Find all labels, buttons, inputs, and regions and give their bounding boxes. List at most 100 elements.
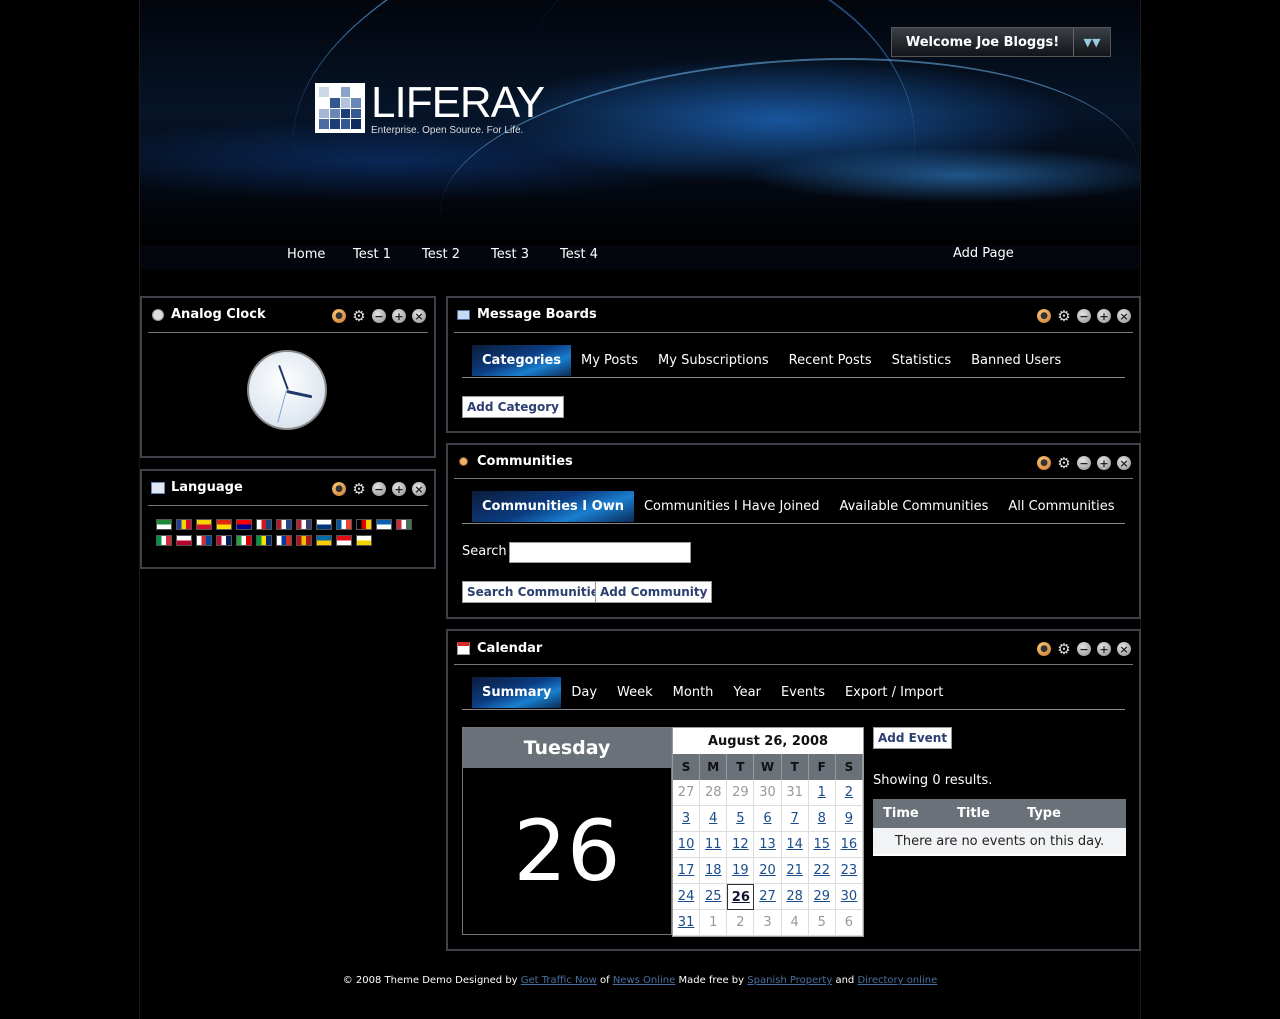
maximize-icon[interactable]: + bbox=[392, 482, 406, 496]
czech-flag[interactable] bbox=[256, 519, 272, 530]
norway-flag[interactable] bbox=[216, 535, 232, 546]
calendar-day[interactable]: 18 bbox=[700, 858, 728, 884]
calendar-day[interactable]: 8 bbox=[808, 806, 836, 832]
calendar-day[interactable]: 31 bbox=[673, 910, 701, 936]
welcome-text[interactable]: Welcome Joe Bloggs! bbox=[892, 35, 1073, 50]
nav-item-test-2[interactable]: Test 2 bbox=[422, 247, 460, 262]
liferay-logo[interactable]: LIFERAY Enterprise. Open Source. For Lif… bbox=[315, 81, 545, 136]
nav-item-test-4[interactable]: Test 4 bbox=[560, 247, 598, 262]
tab-year[interactable]: Year bbox=[723, 677, 771, 708]
add-community-button[interactable]: Add Community bbox=[595, 581, 713, 603]
iran-flag[interactable] bbox=[236, 535, 252, 546]
calendar-day[interactable]: 26 bbox=[727, 884, 755, 910]
calendar-day[interactable]: 2 bbox=[835, 780, 863, 806]
vietnam-flag[interactable] bbox=[356, 535, 372, 546]
tab-statistics[interactable]: Statistics bbox=[882, 345, 961, 376]
minimize-icon[interactable]: − bbox=[372, 482, 386, 496]
maximize-icon[interactable]: + bbox=[392, 309, 406, 323]
calendar-day[interactable]: 13 bbox=[754, 832, 782, 858]
footer-link-get-traffic-now[interactable]: Get Traffic Now bbox=[521, 975, 597, 986]
calendar-day[interactable]: 28 bbox=[781, 884, 809, 910]
look-and-feel-icon[interactable]: ● bbox=[1037, 309, 1051, 323]
look-and-feel-icon[interactable]: ● bbox=[1037, 642, 1051, 656]
tab-banned-users[interactable]: Banned Users bbox=[961, 345, 1071, 376]
catalan-andorra-flag[interactable] bbox=[176, 519, 192, 530]
calendar-day[interactable]: 14 bbox=[781, 832, 809, 858]
look-and-feel-icon[interactable]: ● bbox=[332, 309, 346, 323]
japan-flag[interactable] bbox=[176, 535, 192, 546]
turkey-flag[interactable] bbox=[336, 535, 352, 546]
italy-flag[interactable] bbox=[156, 535, 172, 546]
finland-flag[interactable] bbox=[316, 519, 332, 530]
tab-communities-i-have-joined[interactable]: Communities I Have Joined bbox=[634, 491, 829, 522]
configuration-icon[interactable]: ⚙ bbox=[1057, 308, 1071, 323]
usa-flag[interactable] bbox=[296, 519, 312, 530]
calendar-day[interactable]: 9 bbox=[835, 806, 863, 832]
tab-events[interactable]: Events bbox=[771, 677, 835, 708]
tab-summary[interactable]: Summary bbox=[472, 677, 562, 708]
add-page-link[interactable]: Add Page bbox=[953, 246, 1014, 261]
minimize-icon[interactable]: − bbox=[1077, 456, 1091, 470]
tab-recent-posts[interactable]: Recent Posts bbox=[779, 345, 882, 376]
calendar-day[interactable]: 25 bbox=[700, 884, 728, 910]
calendar-day[interactable]: 22 bbox=[808, 858, 836, 884]
calendar-day[interactable]: 30 bbox=[835, 884, 863, 910]
close-icon[interactable]: × bbox=[412, 482, 426, 496]
greece-flag[interactable] bbox=[376, 519, 392, 530]
calendar-day[interactable]: 15 bbox=[808, 832, 836, 858]
look-and-feel-icon[interactable]: ● bbox=[332, 482, 346, 496]
tab-week[interactable]: Week bbox=[607, 677, 663, 708]
calendar-day[interactable]: 11 bbox=[700, 832, 728, 858]
configuration-icon[interactable]: ⚙ bbox=[1057, 455, 1071, 470]
close-icon[interactable]: × bbox=[412, 309, 426, 323]
catalan-flag[interactable] bbox=[196, 519, 212, 530]
welcome-dock[interactable]: Welcome Joe Bloggs! ▼▼ bbox=[891, 27, 1111, 57]
calendar-day[interactable]: 23 bbox=[835, 858, 863, 884]
calendar-day[interactable]: 16 bbox=[835, 832, 863, 858]
tab-categories[interactable]: Categories bbox=[472, 345, 572, 376]
maximize-icon[interactable]: + bbox=[1097, 642, 1111, 656]
calendar-day[interactable]: 21 bbox=[781, 858, 809, 884]
tab-day[interactable]: Day bbox=[561, 677, 607, 708]
calendar-day[interactable]: 5 bbox=[727, 806, 755, 832]
spain-flag[interactable] bbox=[296, 535, 312, 546]
close-icon[interactable]: × bbox=[1117, 642, 1131, 656]
china-flag[interactable] bbox=[216, 519, 232, 530]
calendar-day[interactable]: 7 bbox=[781, 806, 809, 832]
taiwan-flag[interactable] bbox=[236, 519, 252, 530]
minimize-icon[interactable]: − bbox=[1077, 642, 1091, 656]
calendar-day[interactable]: 3 bbox=[673, 806, 701, 832]
calendar-day[interactable]: 1 bbox=[808, 780, 836, 806]
maximize-icon[interactable]: + bbox=[1097, 309, 1111, 323]
minimize-icon[interactable]: − bbox=[1077, 309, 1091, 323]
france-flag[interactable] bbox=[336, 519, 352, 530]
configuration-icon[interactable]: ⚙ bbox=[352, 481, 366, 496]
search-communities-button[interactable]: Search Communities bbox=[462, 581, 612, 603]
tab-my-posts[interactable]: My Posts bbox=[571, 345, 648, 376]
tab-my-subscriptions[interactable]: My Subscriptions bbox=[648, 345, 779, 376]
footer-link-spanish-property[interactable]: Spanish Property bbox=[747, 975, 832, 986]
germany-flag[interactable] bbox=[356, 519, 372, 530]
hungary-flag[interactable] bbox=[396, 519, 412, 530]
arabic-flag[interactable] bbox=[156, 519, 172, 530]
sweden-flag[interactable] bbox=[316, 535, 332, 546]
add-event-button[interactable]: Add Event bbox=[873, 727, 953, 749]
nav-item-test-3[interactable]: Test 3 bbox=[491, 247, 529, 262]
footer-link-directory-online[interactable]: Directory online bbox=[857, 975, 937, 986]
add-category-button[interactable]: Add Category bbox=[462, 396, 564, 418]
nav-item-home[interactable]: Home bbox=[287, 247, 325, 262]
configuration-icon[interactable]: ⚙ bbox=[352, 308, 366, 323]
brazil-flag[interactable] bbox=[256, 535, 272, 546]
nav-item-test-1[interactable]: Test 1 bbox=[353, 247, 391, 262]
configuration-icon[interactable]: ⚙ bbox=[1057, 641, 1071, 656]
calendar-day[interactable]: 19 bbox=[727, 858, 755, 884]
calendar-day[interactable]: 29 bbox=[808, 884, 836, 910]
minimize-icon[interactable]: − bbox=[372, 309, 386, 323]
look-and-feel-icon[interactable]: ● bbox=[1037, 456, 1051, 470]
korea-flag[interactable] bbox=[196, 535, 212, 546]
calendar-day[interactable]: 24 bbox=[673, 884, 701, 910]
tab-month[interactable]: Month bbox=[663, 677, 724, 708]
search-input[interactable] bbox=[509, 542, 691, 563]
netherlands-flag[interactable] bbox=[276, 519, 292, 530]
calendar-day[interactable]: 10 bbox=[673, 832, 701, 858]
